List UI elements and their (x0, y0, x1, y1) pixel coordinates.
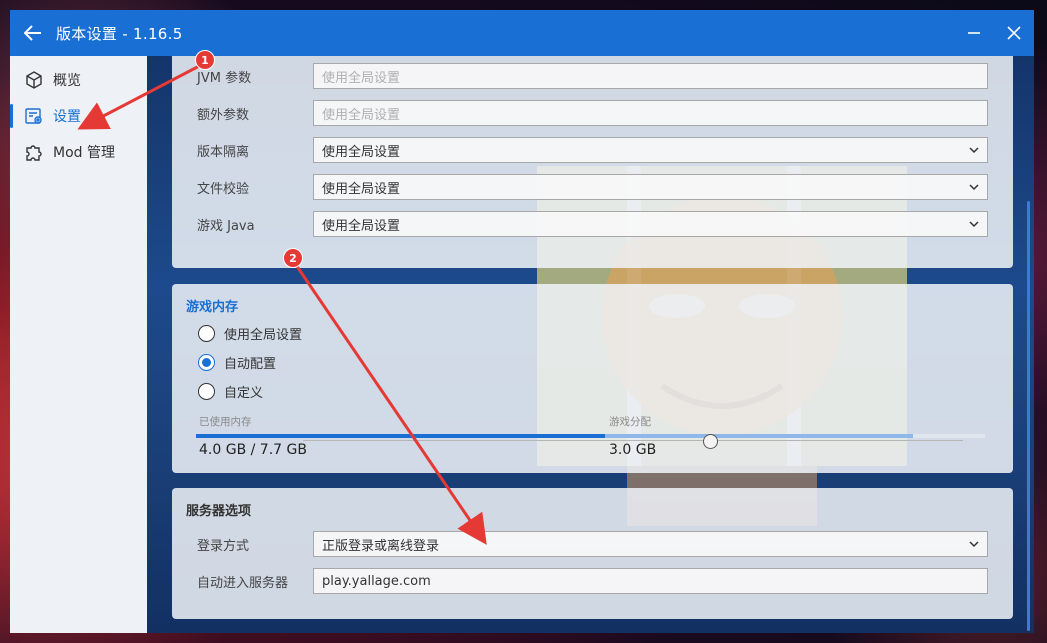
arrow-left-icon (24, 25, 41, 41)
version-isolation-value: 使用全局设置 (322, 144, 401, 160)
jvm-args-placeholder: 使用全局设置 (322, 70, 401, 86)
memory-option-auto[interactable]: 自动配置 (198, 353, 276, 372)
auto-join-value: play.yallage.com (322, 573, 431, 589)
auto-join-label: 自动进入服务器 (197, 575, 289, 591)
slider-thumb[interactable] (703, 434, 718, 449)
version-isolation-select[interactable]: 使用全局设置 (313, 137, 988, 163)
memory-slider[interactable] (303, 434, 963, 449)
jvm-args-row: JVM 参数 (197, 63, 313, 89)
game-java-row: 游戏 Java (197, 211, 313, 237)
version-isolation-label: 版本隔离 (197, 144, 250, 160)
sidebar: 概览 设置 Mod 管理 (10, 56, 147, 633)
extra-args-input[interactable]: 使用全局设置 (313, 100, 988, 126)
auto-join-row: 自动进入服务器 (197, 568, 313, 594)
window-title: 版本设置 - 1.16.5 (56, 24, 183, 43)
memory-option-label: 自定义 (224, 386, 264, 401)
chevron-down-icon (969, 541, 979, 548)
sidebar-item-label: 设置 (53, 109, 81, 125)
game-java-select[interactable]: 使用全局设置 (313, 211, 988, 237)
login-method-select[interactable]: 正版登录或离线登录 (313, 531, 988, 557)
memory-option-global[interactable]: 使用全局设置 (198, 324, 302, 343)
radio-button[interactable] (198, 325, 215, 342)
memory-option-label: 自动配置 (224, 357, 277, 372)
used-memory-label: 已使用内存 (199, 416, 252, 428)
memory-option-custom[interactable]: 自定义 (198, 382, 263, 401)
title-bar: 版本设置 - 1.16.5 (10, 10, 1034, 56)
memory-card-title: 游戏内存 (186, 300, 239, 315)
memory-option-label: 使用全局设置 (224, 328, 303, 343)
slider-track (303, 440, 963, 441)
sidebar-item-overview[interactable]: 概览 (10, 62, 147, 98)
file-check-label: 文件校验 (197, 181, 250, 197)
file-check-row: 文件校验 (197, 174, 313, 200)
annotation-badge-2: 2 (283, 248, 303, 268)
minimize-icon (968, 32, 980, 34)
server-card-title: 服务器选项 (186, 504, 252, 519)
game-java-label: 游戏 Java (197, 218, 255, 234)
jvm-args-input[interactable]: 使用全局设置 (313, 63, 988, 89)
server-options-card: 服务器选项 登录方式 正版登录或离线登录 自动进入服务器 play.yallag… (172, 488, 1013, 619)
chevron-down-icon (969, 147, 979, 154)
file-check-select[interactable]: 使用全局设置 (313, 174, 988, 200)
chevron-down-icon (969, 221, 979, 228)
login-method-value: 正版登录或离线登录 (322, 538, 440, 554)
back-button[interactable] (10, 10, 56, 56)
allocated-memory-label: 游戏分配 (609, 416, 651, 428)
login-method-label: 登录方式 (197, 538, 250, 554)
chevron-down-icon (969, 184, 979, 191)
window-controls (954, 10, 1034, 56)
radio-button[interactable] (198, 383, 215, 400)
sidebar-item-mods[interactable]: Mod 管理 (10, 134, 147, 170)
extra-args-row: 额外参数 (197, 100, 313, 126)
puzzle-icon (24, 142, 44, 162)
extra-args-placeholder: 使用全局设置 (322, 107, 401, 123)
extra-args-label: 额外参数 (197, 107, 250, 123)
sidebar-item-label: Mod 管理 (53, 145, 115, 161)
scrollbar-thumb[interactable] (1027, 201, 1030, 631)
sidebar-item-settings[interactable]: 设置 (10, 98, 147, 134)
sidebar-item-label: 概览 (53, 73, 81, 89)
annotation-badge-1: 1 (195, 50, 215, 70)
app-window: 版本设置 - 1.16.5 概览 设置 Mod 管理 JVM 参数 使用全局设置… (10, 10, 1034, 633)
game-java-value: 使用全局设置 (322, 218, 401, 234)
close-button[interactable] (994, 10, 1034, 56)
close-icon (1007, 26, 1021, 40)
used-memory-value: 4.0 GB / 7.7 GB (199, 442, 307, 458)
version-isolation-row: 版本隔离 (197, 137, 313, 163)
settings-content: JVM 参数 使用全局设置 额外参数 使用全局设置 版本隔离 使用全局设置 文件… (147, 56, 1034, 633)
login-method-row: 登录方式 (197, 531, 313, 557)
file-check-value: 使用全局设置 (322, 181, 401, 197)
settings-doc-icon (24, 106, 44, 126)
jvm-args-label: JVM 参数 (197, 70, 252, 86)
cube-icon (24, 70, 44, 90)
launch-args-card: JVM 参数 使用全局设置 额外参数 使用全局设置 版本隔离 使用全局设置 文件… (172, 56, 1013, 268)
minimize-button[interactable] (954, 10, 994, 56)
auto-join-input[interactable]: play.yallage.com (313, 568, 988, 594)
radio-button-checked[interactable] (198, 354, 215, 371)
